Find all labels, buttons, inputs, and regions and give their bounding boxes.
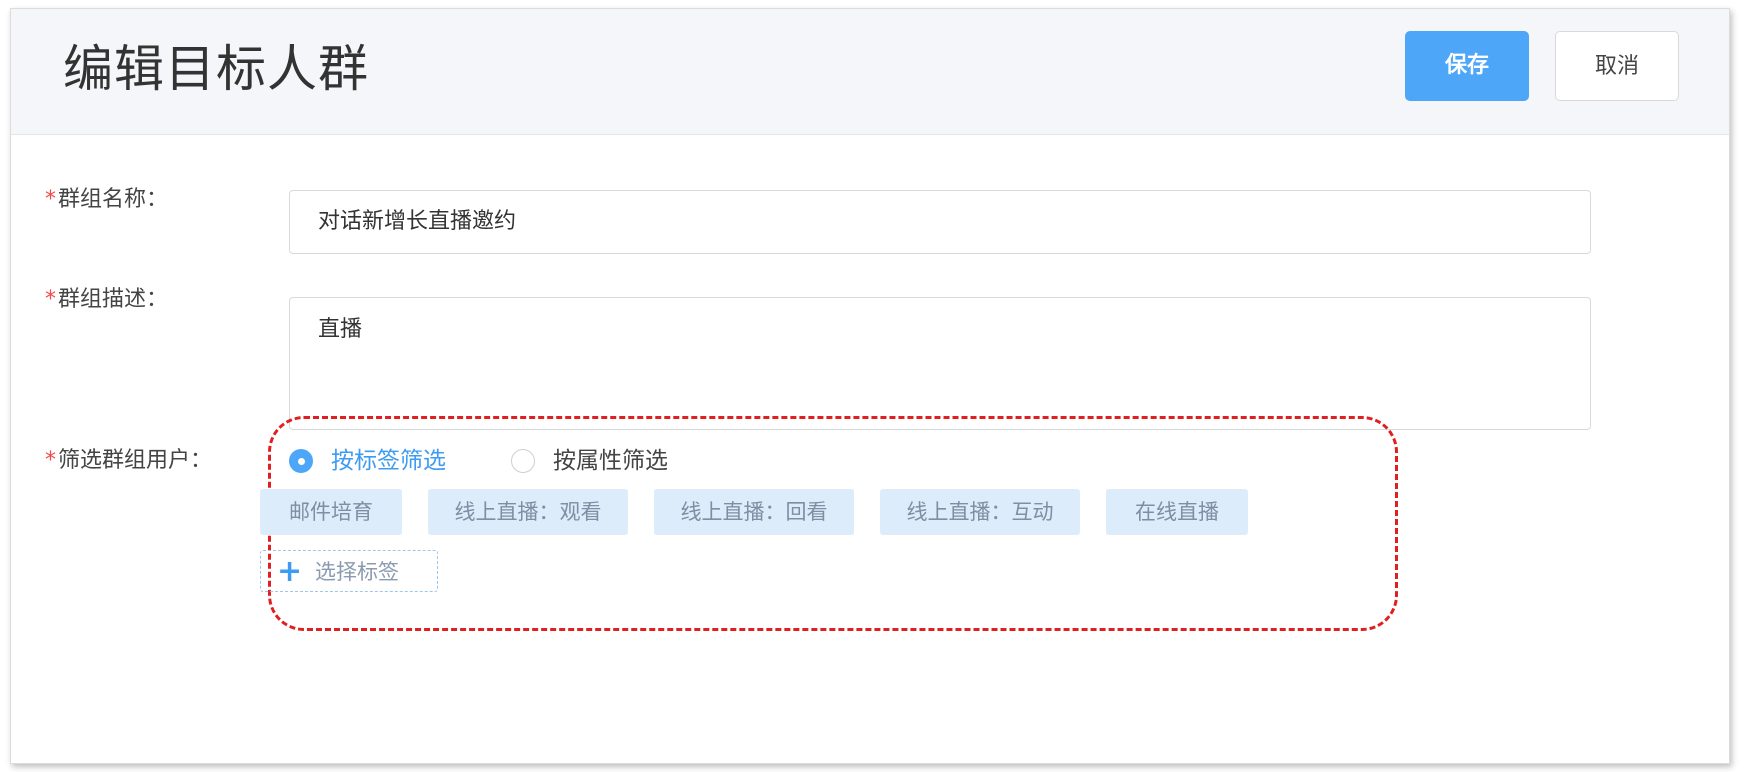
tag-chip[interactable]: 线上直播：回看 [654,489,854,535]
cancel-button[interactable]: 取消 [1555,31,1679,101]
required-mark: * [45,287,56,312]
group-name-input[interactable]: 对话新增长直播邀约 [289,190,1591,254]
tag-chip[interactable]: 邮件培育 [260,489,402,535]
radio-filter-by-tag-label: 按标签筛选 [331,448,446,474]
edit-audience-panel: 编辑目标人群 保存 取消 *群组名称： 对话新增长直播邀约 *群组描述： 直播 … [10,8,1730,764]
required-mark: * [45,187,56,212]
select-tag-button[interactable]: + 选择标签 [260,550,438,592]
save-button[interactable]: 保存 [1405,31,1529,101]
required-mark: * [45,448,56,473]
filter-users-label-text: 筛选群组用户： [58,448,213,473]
plus-icon: + [277,554,303,589]
radio-unchecked-icon [511,449,535,473]
group-description-label: *群组描述： [45,285,168,315]
group-description-textarea[interactable]: 直播 [289,297,1591,430]
radio-checked-icon [289,449,313,473]
group-description-label-text: 群组描述： [58,287,169,312]
group-name-label: *群组名称： [45,185,168,215]
tag-chip[interactable]: 在线直播 [1106,489,1248,535]
tag-chip[interactable]: 线上直播：观看 [428,489,628,535]
page-header: 编辑目标人群 保存 取消 [11,9,1729,135]
tag-chip[interactable]: 线上直播：互动 [880,489,1080,535]
radio-filter-by-attribute-label: 按属性筛选 [553,448,668,474]
select-tag-label: 选择标签 [315,560,399,584]
page-title: 编辑目标人群 [63,40,369,98]
filter-users-label: *筛选群组用户： [45,445,212,477]
group-name-label-text: 群组名称： [58,187,169,212]
